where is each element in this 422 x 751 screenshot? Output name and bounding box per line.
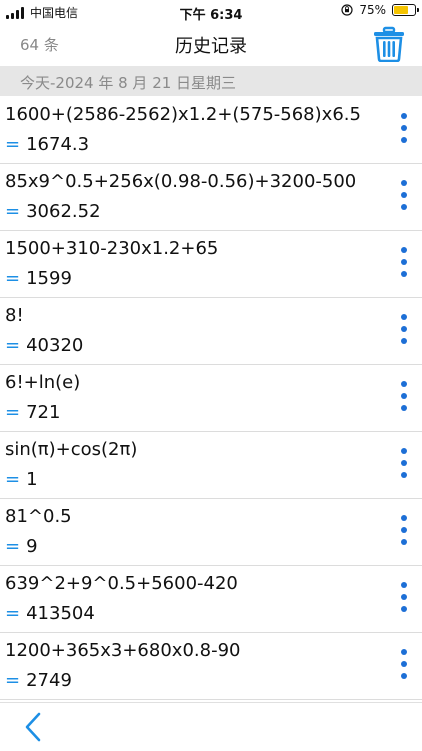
status-bar: 中国电信 下午 6:34 75% (0, 0, 422, 24)
equals-symbol: = (5, 670, 21, 691)
equals-symbol: = (5, 268, 21, 289)
history-row[interactable]: 639^2+9^0.5+5600-420 = 413504 (0, 566, 422, 633)
history-expression: 639^2+9^0.5+5600-420 (5, 573, 238, 594)
history-expression: sin(π)+cos(2π) (5, 439, 138, 460)
history-expression: 85x9^0.5+256x(0.98-0.56)+3200-500 (5, 171, 357, 192)
result-value: 721 (26, 402, 61, 423)
history-row[interactable]: 1500+310-230x1.2+65 = 1599 (0, 231, 422, 298)
status-right: 75% (341, 3, 419, 17)
bottom-toolbar (0, 702, 422, 751)
history-expression: 81^0.5 (5, 506, 72, 527)
date-section-header: 今天-2024 年 8 月 21 日星期三 (0, 66, 422, 96)
history-row[interactable]: sin(π)+cos(2π) = 1 (0, 432, 422, 499)
history-result: = 413504 (5, 603, 95, 624)
more-options-icon[interactable] (400, 515, 408, 547)
history-expression: 6!+ln(e) (5, 372, 81, 393)
result-value: 2749 (26, 670, 72, 691)
more-options-icon[interactable] (400, 113, 408, 145)
nav-bar: 64 条 历史记录 (0, 24, 422, 64)
history-result: = 9 (5, 536, 38, 557)
history-result: = 1 (5, 469, 38, 490)
more-options-icon[interactable] (400, 448, 408, 480)
result-value: 9 (26, 536, 38, 557)
history-result: = 1599 (5, 268, 72, 289)
equals-symbol: = (5, 134, 21, 155)
result-value: 413504 (26, 603, 95, 624)
equals-symbol: = (5, 201, 21, 222)
trash-icon[interactable] (372, 26, 406, 62)
result-value: 1674.3 (26, 134, 90, 155)
history-expression: 1200+365x3+680x0.8-90 (5, 640, 241, 661)
history-expression: 1500+310-230x1.2+65 (5, 238, 219, 259)
more-options-icon[interactable] (400, 582, 408, 614)
rotation-lock-icon (341, 4, 353, 16)
equals-symbol: = (5, 402, 21, 423)
date-label: 今天-2024 年 8 月 21 日星期三 (20, 74, 237, 92)
equals-symbol: = (5, 603, 21, 624)
history-row[interactable]: 6!+ln(e) = 721 (0, 365, 422, 432)
page-title: 历史记录 (175, 36, 247, 57)
history-row[interactable]: 81^0.5 = 9 (0, 499, 422, 566)
result-value: 40320 (26, 335, 84, 356)
history-row[interactable]: 1600+(2586-2562)x1.2+(575-568)x6.5 = 1674… (0, 97, 422, 164)
history-result: = 40320 (5, 335, 83, 356)
result-value: 3062.52 (26, 201, 101, 222)
history-list: 1600+(2586-2562)x1.2+(575-568)x6.5 = 1674… (0, 97, 422, 700)
history-result: = 3062.52 (5, 201, 101, 222)
history-row[interactable]: 8! = 40320 (0, 298, 422, 365)
battery-icon (392, 4, 419, 16)
history-row[interactable]: 1200+365x3+680x0.8-90 = 2749 (0, 633, 422, 700)
history-result: = 721 (5, 402, 60, 423)
history-result: = 2749 (5, 670, 72, 691)
result-value: 1 (26, 469, 38, 490)
more-options-icon[interactable] (400, 381, 408, 413)
equals-symbol: = (5, 536, 21, 557)
equals-symbol: = (5, 335, 21, 356)
more-options-icon[interactable] (400, 180, 408, 212)
more-options-icon[interactable] (400, 649, 408, 681)
equals-symbol: = (5, 469, 21, 490)
history-expression: 1600+(2586-2562)x1.2+(575-568)x6.5 (5, 104, 361, 125)
history-row[interactable]: 85x9^0.5+256x(0.98-0.56)+3200-500 = 3062.… (0, 164, 422, 231)
chevron-left-icon[interactable] (22, 711, 44, 743)
battery-percent: 75% (359, 3, 386, 17)
result-value: 1599 (26, 268, 72, 289)
history-result: = 1674.3 (5, 134, 89, 155)
more-options-icon[interactable] (400, 247, 408, 279)
history-expression: 8! (5, 305, 24, 326)
more-options-icon[interactable] (400, 314, 408, 346)
